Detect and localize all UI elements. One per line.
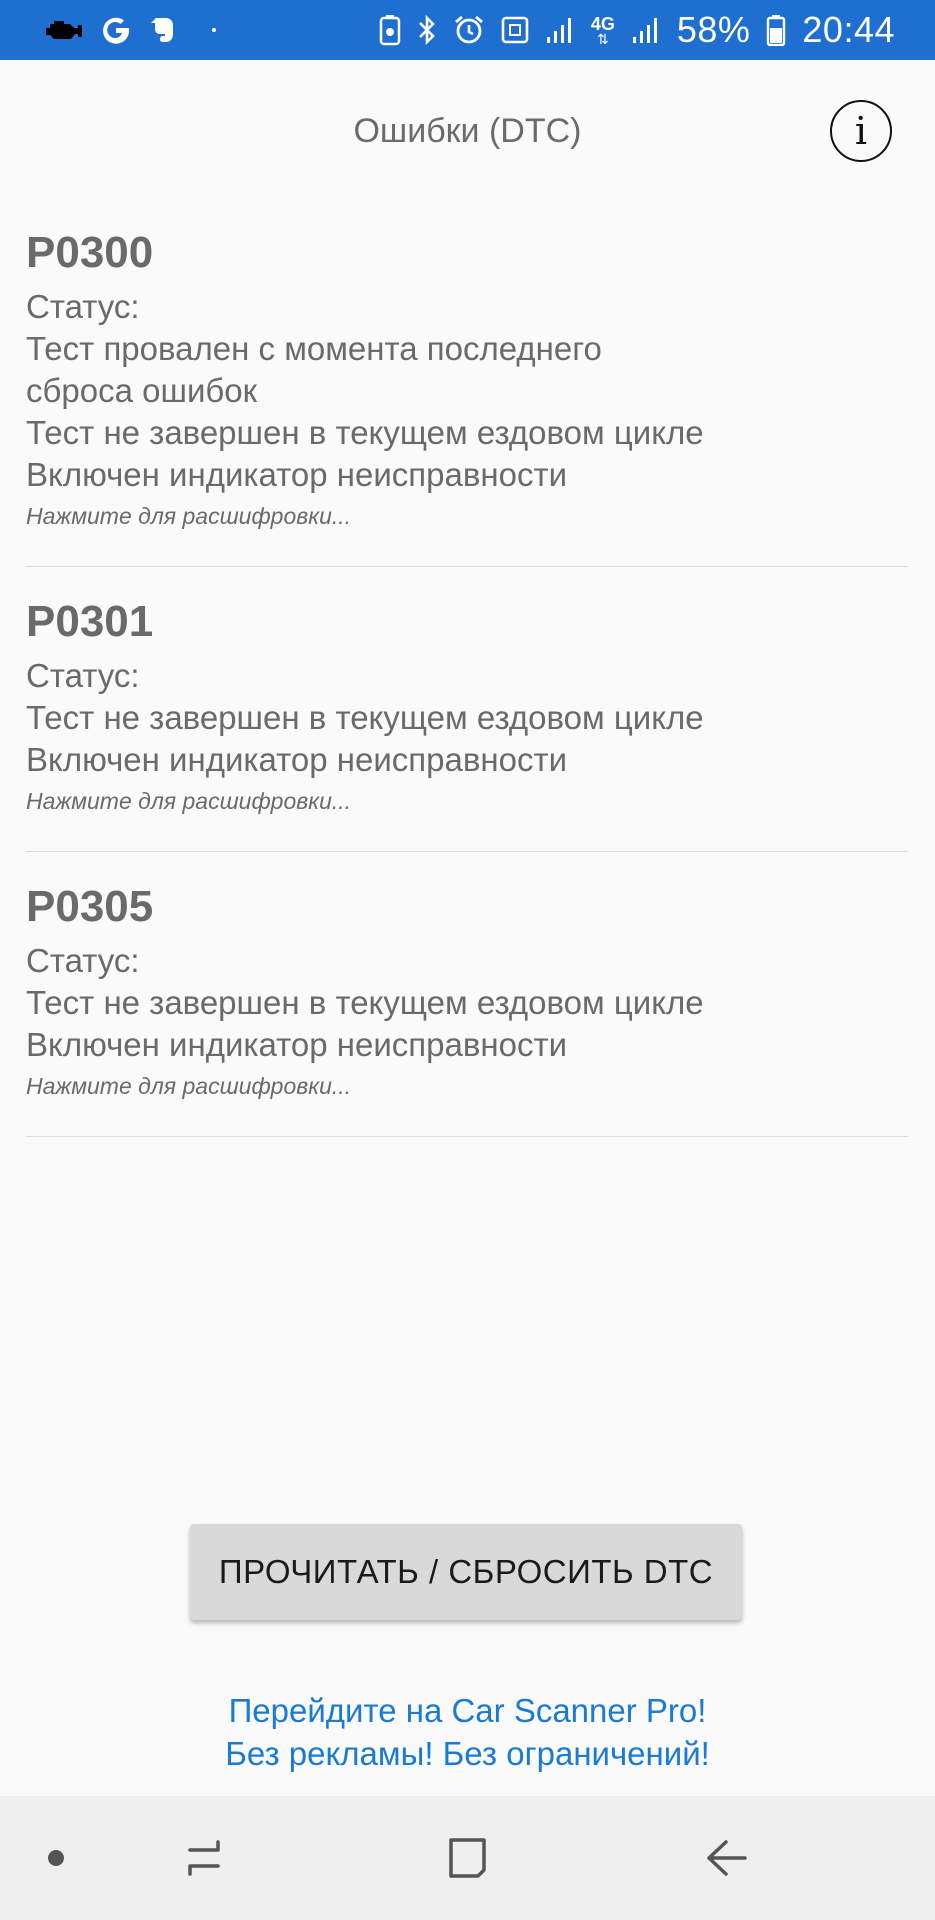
dtc-code: P0305 xyxy=(26,882,154,931)
dtc-status-label: Статус: xyxy=(26,657,140,694)
dtc-status-line: Тест не завершен в текущем ездовом цикле xyxy=(26,414,704,451)
dtc-status-label: Статус: xyxy=(26,288,140,325)
navigation-bar xyxy=(0,1796,935,1920)
dtc-list-item[interactable]: P0305 Статус: Тест не завершен в текущем… xyxy=(26,852,908,1137)
google-icon xyxy=(100,14,132,46)
read-reset-dtc-button[interactable]: ПРОЧИТАТЬ / СБРОСИТЬ DTC xyxy=(190,1524,742,1620)
page-title: Ошибки (DTC) xyxy=(353,112,582,150)
info-icon: i xyxy=(854,109,868,153)
signal-icon xyxy=(631,15,661,45)
status-bar: 4G ⇅ 58% 20:44 xyxy=(0,0,935,60)
bluetooth-icon xyxy=(417,14,437,46)
dtc-status-line: сброса ошибок xyxy=(26,372,258,409)
nfc-icon xyxy=(501,15,529,45)
network-type-label: 4G ⇅ xyxy=(590,14,615,47)
dtc-status-line: Включен индикатор неисправности xyxy=(26,456,568,493)
signal-icon xyxy=(545,15,575,45)
info-button[interactable]: i xyxy=(830,100,892,162)
promo-link-line-1[interactable]: Перейдите на Car Scanner Pro! xyxy=(0,1689,935,1732)
dtc-decode-hint: Нажмите для расшифровки... xyxy=(26,1073,352,1099)
dtc-status-line: Включен индикатор неисправности xyxy=(26,1026,568,1063)
app-header: Ошибки (DTC) i xyxy=(0,60,935,206)
status-bar-left xyxy=(44,14,216,46)
status-bar-right: 4G ⇅ 58% 20:44 xyxy=(379,9,895,51)
battery-icon xyxy=(766,14,786,46)
alarm-icon xyxy=(453,14,485,46)
recent-apps-icon[interactable] xyxy=(170,1826,238,1890)
dtc-list-item[interactable]: P0300 Статус: Тест провален с момента по… xyxy=(26,220,908,567)
home-icon[interactable] xyxy=(432,1826,502,1890)
notification-dot xyxy=(212,28,216,32)
dtc-status-line: Тест не завершен в текущем ездовом цикле xyxy=(26,984,704,1021)
dtc-status-label: Статус: xyxy=(26,942,140,979)
battery-percent: 58% xyxy=(676,9,751,50)
dtc-code: P0301 xyxy=(26,597,154,646)
clock: 20:44 xyxy=(802,9,895,50)
dtc-list: P0300 Статус: Тест провален с момента по… xyxy=(26,206,908,1137)
dtc-status-line: Включен индикатор неисправности xyxy=(26,741,568,778)
dtc-list-item[interactable]: P0301 Статус: Тест не завершен в текущем… xyxy=(26,567,908,852)
nav-dot-icon[interactable] xyxy=(36,1826,76,1890)
dtc-code: P0300 xyxy=(26,228,154,277)
dtc-status-line: Тест провален с момента последнего xyxy=(26,330,602,367)
back-icon[interactable] xyxy=(692,1826,760,1890)
evernote-icon xyxy=(148,14,178,46)
dtc-status-line: Тест не завершен в текущем ездовом цикле xyxy=(26,699,704,736)
data-saver-icon xyxy=(379,14,401,46)
promo-link-line-2[interactable]: Без рекламы! Без ограничений! xyxy=(0,1732,935,1775)
dtc-decode-hint: Нажмите для расшифровки... xyxy=(26,788,352,814)
dtc-decode-hint: Нажмите для расшифровки... xyxy=(26,503,352,529)
engine-icon xyxy=(44,18,84,42)
